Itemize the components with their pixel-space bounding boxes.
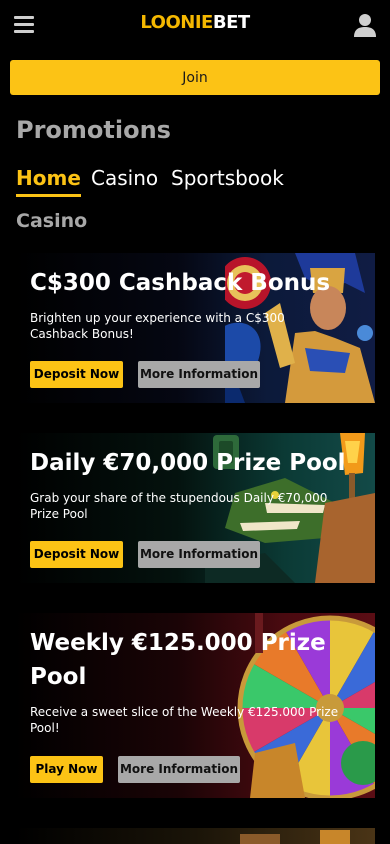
promo-card: Weekly €125.000 Prize Pool Receive a swe… xyxy=(15,613,375,798)
join-button[interactable]: Join xyxy=(10,60,380,95)
tab-casino[interactable]: Casino xyxy=(91,166,158,190)
promo-title: C$300 Cashback Bonus xyxy=(30,270,331,296)
section-heading-casino: Casino xyxy=(16,210,88,232)
promo-description: Brighten up your experience with a C$300… xyxy=(30,311,285,341)
promo-card-background xyxy=(15,828,375,844)
deposit-now-button[interactable]: Deposit Now xyxy=(30,541,123,568)
promo-description: Grab your share of the stupendous Daily … xyxy=(30,491,328,521)
more-information-button[interactable]: More Information xyxy=(138,361,260,388)
more-information-button[interactable]: More Information xyxy=(138,541,260,568)
tab-home[interactable]: Home xyxy=(16,166,81,197)
promo-description: Receive a sweet slice of the Weekly €125… xyxy=(30,705,339,735)
tab-sportsbook[interactable]: Sportsbook xyxy=(171,166,284,190)
more-information-button[interactable]: More Information xyxy=(118,756,240,783)
site-logo[interactable]: LOONIEBET xyxy=(0,12,390,33)
promo-card-partial xyxy=(15,828,375,844)
promo-card: C$300 Cashback Bonus Brighten up your ex… xyxy=(15,253,375,403)
page-title: Promotions xyxy=(16,116,171,144)
logo-prefix: LOONIE xyxy=(140,12,213,33)
promo-card: Daily €70,000 Prize Pool Grab your share… xyxy=(15,433,375,583)
play-now-button[interactable]: Play Now xyxy=(30,756,103,783)
promo-title: Weekly €125.000 Prize Pool xyxy=(30,630,326,690)
deposit-now-button[interactable]: Deposit Now xyxy=(30,361,123,388)
user-profile-icon[interactable] xyxy=(354,13,376,37)
promo-title: Daily €70,000 Prize Pool xyxy=(30,450,346,476)
top-bar: LOONIEBET xyxy=(0,0,390,52)
logo-suffix: BET xyxy=(212,12,250,33)
